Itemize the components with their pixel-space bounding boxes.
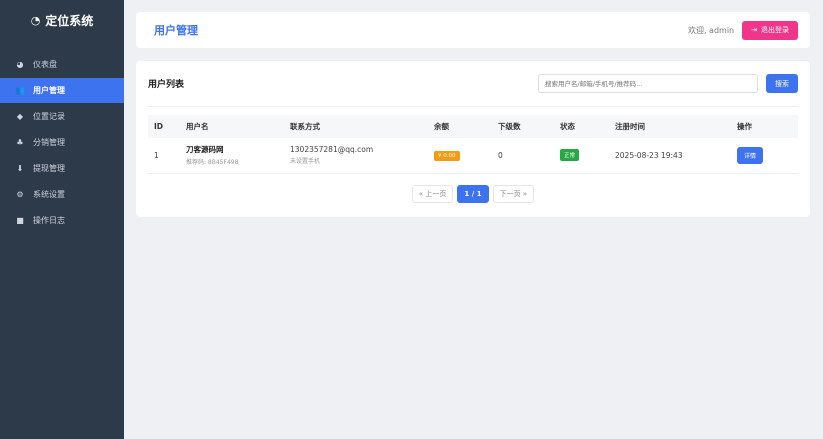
sidebar-item-label: 位置记录	[33, 112, 65, 121]
withdraw-icon: ⬇	[16, 164, 24, 173]
column-header-contact: 联系方式	[290, 115, 434, 138]
sidebar-item-label: 用户管理	[33, 86, 65, 95]
dashboard-icon: ◕	[16, 60, 24, 69]
welcome-text: 欢迎, admin	[687, 25, 735, 35]
sidebar-item-location-records[interactable]: ◆ 位置记录	[0, 104, 124, 129]
page-header: 用户管理 欢迎, admin ⇥ 退出登录	[136, 12, 810, 48]
cell-username: 刀客源码网 推荐码: 8B45F498	[186, 138, 290, 174]
logout-label: 退出登录	[761, 27, 789, 34]
card-title: 用户列表	[148, 80, 185, 90]
sidebar-item-label: 仪表盘	[33, 60, 57, 69]
settings-icon: ⚙	[16, 190, 24, 199]
search-button[interactable]: 搜索	[766, 74, 798, 93]
email: 1302357281@qq.com	[290, 145, 374, 155]
detail-button[interactable]: 详情	[737, 146, 764, 164]
table-row: 1 刀客源码网 推荐码: 8B45F498 1302357281@qq.com …	[148, 138, 798, 174]
sidebar-item-label: 提现管理	[33, 164, 65, 173]
next-page-button[interactable]: 下一页 »	[492, 184, 535, 203]
sidebar-item-label: 系统设置	[33, 190, 65, 199]
referral-code: 推荐码: 8B45F498	[186, 159, 239, 167]
column-header-subordinates: 下级数	[498, 115, 560, 138]
sidebar: ◔ 定位系统 ◕ 仪表盘 👥 用户管理 ◆ 位置记录 ♣ 分销管理 ⬇ 提现管理…	[0, 0, 124, 439]
pagination: « 上一页 1 / 1 下一页 »	[148, 184, 798, 203]
logout-button[interactable]: ⇥ 退出登录	[742, 20, 798, 40]
logout-icon: ⇥	[751, 27, 757, 34]
card-header: 用户列表 搜索	[148, 61, 798, 107]
username: 刀客源码网	[186, 145, 224, 155]
cell-status: 正常	[560, 138, 615, 174]
table-header-row: ID 用户名 联系方式 余额 下级数 状态 注册时间 操作	[148, 115, 798, 138]
cell-subordinates: 0	[498, 138, 560, 174]
prev-page-button[interactable]: « 上一页	[411, 184, 454, 203]
column-header-action: 操作	[737, 115, 798, 138]
cell-id: 1	[148, 138, 186, 174]
sidebar-item-label: 分销管理	[33, 138, 65, 147]
location-record-icon: ◆	[16, 112, 24, 121]
sidebar-item-withdraw[interactable]: ⬇ 提现管理	[0, 156, 124, 181]
column-header-registered: 注册时间	[615, 115, 737, 138]
status-badge: 正常	[560, 149, 580, 162]
sidebar-item-label: 操作日志	[33, 216, 65, 225]
users-icon: 👥	[15, 86, 25, 95]
current-page[interactable]: 1 / 1	[457, 184, 489, 203]
brand[interactable]: ◔ 定位系统	[0, 0, 124, 40]
sidebar-item-dashboard[interactable]: ◕ 仪表盘	[0, 52, 124, 77]
column-header-id: ID	[148, 115, 186, 138]
user-list-card: 用户列表 搜索 ID 用户名 联系方式 余额 下级数 状态 注册时间 操作 1 …	[136, 61, 810, 217]
sidebar-item-users[interactable]: 👥 用户管理	[0, 78, 124, 103]
phone: 未设置手机	[290, 158, 321, 166]
sitemap-icon: ♣	[16, 138, 24, 147]
column-header-status: 状态	[560, 115, 615, 138]
cell-action: 详情	[737, 138, 798, 174]
cell-balance: ¥ 0.00	[434, 138, 498, 174]
column-header-username: 用户名	[186, 115, 290, 138]
brand-title: 定位系统	[45, 13, 94, 28]
search-input[interactable]	[538, 74, 758, 93]
column-header-balance: 余额	[434, 115, 498, 138]
user-table: ID 用户名 联系方式 余额 下级数 状态 注册时间 操作 1 刀客源码网 推荐…	[148, 115, 798, 174]
sidebar-item-logs[interactable]: ■ 操作日志	[0, 208, 124, 233]
sidebar-item-settings[interactable]: ⚙ 系统设置	[0, 182, 124, 207]
page-title: 用户管理	[154, 24, 198, 37]
log-icon: ■	[16, 216, 24, 225]
location-icon: ◔	[30, 13, 41, 27]
balance-badge: ¥ 0.00	[434, 150, 460, 161]
cell-registered: 2025-08-23 19:43	[615, 138, 737, 174]
sidebar-nav: ◕ 仪表盘 👥 用户管理 ◆ 位置记录 ♣ 分销管理 ⬇ 提现管理 ⚙ 系统设置…	[0, 52, 124, 233]
cell-contact: 1302357281@qq.com 未设置手机	[290, 138, 434, 174]
sidebar-item-distribution[interactable]: ♣ 分销管理	[0, 130, 124, 155]
